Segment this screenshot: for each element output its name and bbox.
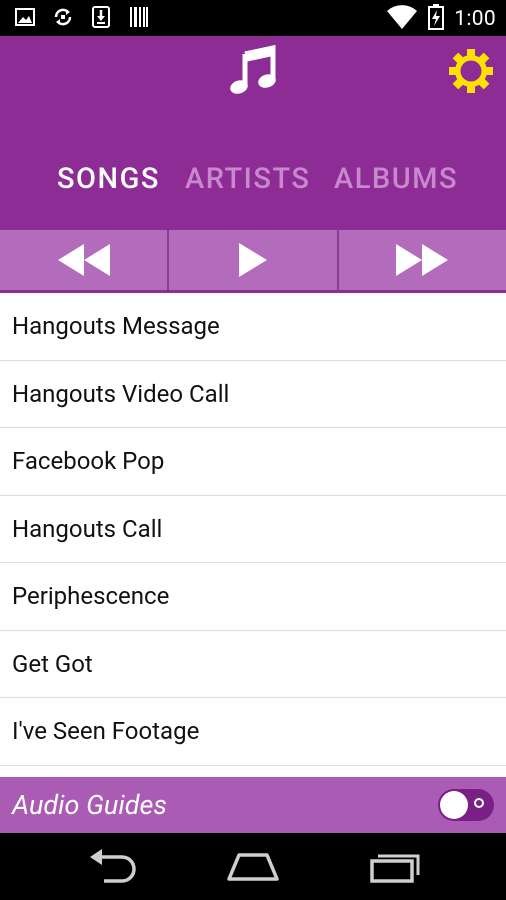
tab-albums[interactable]: ALBUMS <box>334 162 458 196</box>
song-list-item[interactable]: I've Seen Footage <box>0 698 506 766</box>
song-list-item[interactable]: Periphescence <box>0 563 506 631</box>
tab-artists[interactable]: ARTISTS <box>185 162 310 196</box>
image-notification-icon <box>14 6 36 28</box>
download-notification-icon <box>90 6 112 28</box>
song-list-item[interactable]: Facebook Pop <box>0 428 506 496</box>
fast-forward-icon <box>396 244 449 276</box>
song-list-item[interactable]: Get Got <box>0 631 506 698</box>
fast-forward-button[interactable] <box>339 230 506 290</box>
play-icon <box>238 243 267 277</box>
app-header: SONGS ARTISTS ALBUMS <box>0 36 506 230</box>
audio-guides-toggle[interactable] <box>438 789 494 821</box>
player-controls <box>0 230 506 290</box>
rewind-icon <box>57 244 110 276</box>
battery-icon <box>428 4 445 34</box>
tab-songs[interactable]: SONGS <box>57 162 160 196</box>
home-icon[interactable] <box>225 849 281 883</box>
audio-guides-label: Audio Guides <box>12 789 167 821</box>
recent-apps-icon[interactable] <box>368 849 424 883</box>
notification-icons <box>14 6 150 28</box>
wifi-icon <box>386 4 418 34</box>
navigation-bar <box>0 833 506 900</box>
music-note-icon <box>230 44 276 94</box>
song-list-item[interactable]: Hangouts Video Call <box>0 361 506 428</box>
tab-bar: SONGS ARTISTS ALBUMS <box>0 162 506 202</box>
audio-guides-bar: Audio Guides <box>0 777 506 833</box>
gear-icon[interactable] <box>448 48 494 94</box>
clock: 1:00 <box>454 7 496 31</box>
song-list: Hangouts Message Hangouts Video Call Fac… <box>0 293 506 777</box>
toggle-knob <box>440 791 468 819</box>
status-bar: 1:00 <box>0 0 506 36</box>
barcode-notification-icon <box>128 6 150 28</box>
system-status: 1:00 <box>386 4 496 34</box>
back-icon[interactable] <box>86 849 142 883</box>
rewind-button[interactable] <box>0 230 170 290</box>
song-list-item[interactable]: Hangouts Call <box>0 496 506 563</box>
play-button[interactable] <box>169 230 339 290</box>
toggle-off-indicator-icon <box>474 798 484 808</box>
song-list-item[interactable]: Hangouts Message <box>0 293 506 361</box>
sync-notification-icon <box>52 6 74 28</box>
